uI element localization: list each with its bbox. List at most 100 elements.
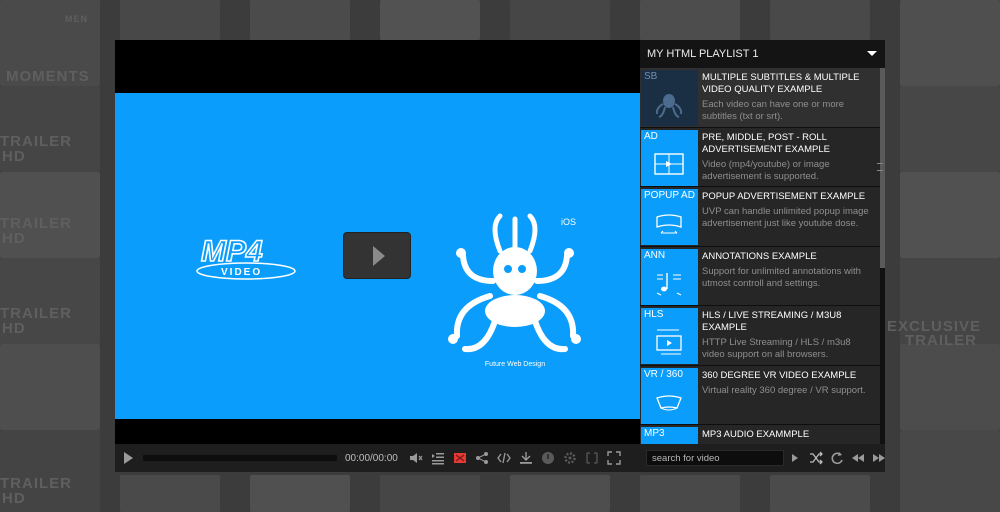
playlist-item-desc: Virtual reality 360 degree / VR support. [702,384,866,396]
bg-label: HD [2,148,26,165]
shuffle-button[interactable] [805,447,826,469]
playlist-item-hls[interactable]: HLS HLS / LIVE STREAMING / m3u8 EXAMPLE … [640,306,880,366]
playlist-panel: MY HTML PLAYLIST 1 SB MULTIPLE SUBTITLES… [640,40,885,472]
mp4-logo-sub: VIDEO [221,267,262,278]
bg-tile [640,475,740,512]
bg-tile [510,0,610,40]
bg-tile [120,475,220,512]
scrollbar-grip-icon [877,163,883,171]
bg-tile [250,475,350,512]
playlist-item-subtitles[interactable]: SB MULTIPLE SUBTITLES & MULTIPLE VIDEO Q… [640,68,880,128]
playlist-item-advertisement[interactable]: AD PRE, MIDDLE, POST - ROLL ADVERTISEMEN… [640,127,880,187]
bg-tile [900,430,1000,512]
bg-tile [770,0,870,40]
settings-button[interactable] [559,447,581,469]
playlist-selector[interactable]: MY HTML PLAYLIST 1 [640,40,885,68]
playlist-item-popup-ad[interactable]: POPUP AD POPUP ADVERTISEMENT EXAMPLE UVP… [640,187,880,247]
info-icon [542,452,554,464]
share-button[interactable] [471,447,493,469]
theater-icon [586,452,598,464]
playlist-thumbnail: POPUP AD [641,189,698,245]
playlist-item-vr360[interactable]: VR / 360 360 DEGREE VR VIDEO EXAMPLE Vir… [640,365,880,425]
embed-button[interactable] [493,447,515,469]
video-ad-icon [654,152,684,175]
playlist-item-tag: SB [644,71,658,82]
play-button[interactable] [117,447,139,469]
bg-tile [380,475,480,512]
playlist-item-text: POPUP ADVERTISEMENT EXAMPLE UVP can hand… [702,191,874,230]
playlist-item-text: MP3 AUDIO EXAMMPLE [702,429,874,444]
playlist-item-desc: UVP can handle unlimited popup image adv… [702,206,869,229]
ios-label: iOS [561,217,576,227]
playlist-item-annotations[interactable]: ANN ANNOTATIONS EXAMPLE Support for unli… [640,246,880,306]
shuffle-icon [809,451,823,465]
video-player: MP4 VIDEO iOS Future Web Design 00:00/00… [115,40,885,472]
octopus-logo: iOS [448,213,581,353]
bg-tile [900,172,1000,258]
playlist-list: SB MULTIPLE SUBTITLES & MULTIPLE VIDEO Q… [640,68,880,444]
progress-bar[interactable] [143,455,337,461]
playlist-item-mp3[interactable]: MP3 MP3 AUDIO EXAMMPLE [640,425,880,444]
streaming-icon [656,329,682,355]
download-button[interactable] [515,447,537,469]
playlist-item-text: MULTIPLE SUBTITLES & MULTIPLE VIDEO QUAL… [702,72,874,123]
next-button[interactable] [868,447,889,469]
volume-button[interactable] [405,447,427,469]
theater-button[interactable] [581,447,603,469]
share-icon [476,452,488,464]
previous-icon [851,454,864,462]
playlist-item-tag: MP3 [644,428,665,439]
video-area[interactable]: MP4 VIDEO iOS Future Web Design [115,40,640,444]
brand-caption: Future Web Design [484,361,546,368]
download-icon [520,452,532,464]
playlist-item-tag: HLS [644,309,664,320]
playlist-toggle-button[interactable] [427,447,449,469]
video-frame[interactable]: MP4 VIDEO iOS Future Web Design [115,93,640,419]
playlist-item-text: 360 DEGREE VR VIDEO EXAMPLE Virtual real… [702,370,874,397]
playlist-thumbnail: ANN [641,248,698,305]
mp4-logo: MP4 VIDEO [196,234,296,280]
playlist-item-desc: Support for unlimited annotations with u… [702,265,861,289]
search-input[interactable] [646,450,784,466]
play-next-button[interactable] [784,447,805,469]
loop-icon [831,452,843,465]
music-note-icon [656,272,682,295]
playlist-footer [640,444,885,472]
bg-tile [900,86,1000,172]
playlist-item-title: MULTIPLE SUBTITLES & MULTIPLE VIDEO QUAL… [702,72,860,95]
bg-tile [120,0,220,40]
bg-tile [380,0,480,40]
info-button[interactable] [537,447,559,469]
settings-icon [564,452,576,464]
play-next-icon [791,454,798,462]
bg-label: TRAILER [905,332,977,349]
playlist-thumbnail: HLS [641,308,698,364]
bg-tile [640,0,740,40]
time-display: 00:00/00:00 [345,452,398,464]
vr-360-icon [656,394,682,410]
playlist-item-desc: Each video can have one or more subtitle… [702,99,845,122]
fullscreen-icon [607,451,621,465]
play-icon [124,452,133,464]
playlist-item-title: ANNOTATIONS EXAMPLE [702,250,817,262]
loop-button[interactable] [826,447,847,469]
bg-label: HD [2,320,26,337]
fullscreen-button[interactable] [603,447,625,469]
playlist-item-title: PRE, MIDDLE, POST - ROLL ADVERTISEMENT E… [702,131,830,155]
playlist-thumbnail: AD [641,129,698,186]
playlist-scrollbar[interactable] [880,68,885,444]
subtitles-button[interactable] [449,447,471,469]
playlist-toggle-icon [432,453,444,465]
play-icon [373,246,385,266]
control-bar: 00:00/00:00 [115,444,640,472]
bg-label: MOMENTS [6,68,90,85]
octopus-icon [655,94,683,118]
playlist-item-title: POPUP ADVERTISEMENT EXAMPLE [702,191,866,202]
volume-icon [410,453,423,463]
playlist-item-tag: POPUP AD [644,190,695,201]
bg-tile [900,344,1000,430]
big-play-button[interactable] [343,232,411,279]
previous-button[interactable] [847,447,868,469]
playlist-item-desc: Video (mp4/youtube) or image advertiseme… [702,158,830,182]
playlist-thumbnail: MP3 [641,427,698,444]
